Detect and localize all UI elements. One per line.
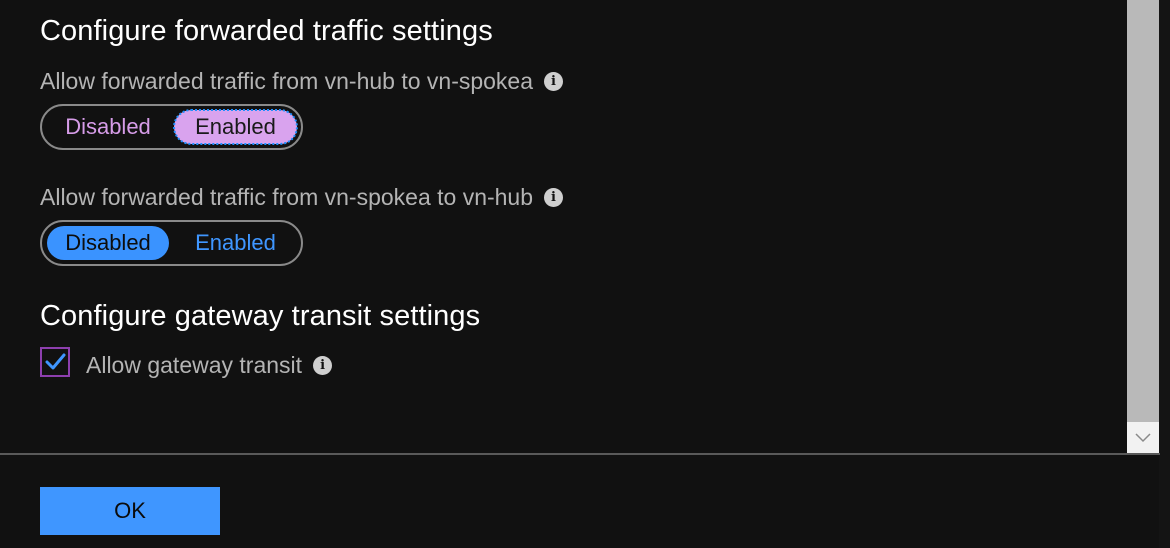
footer-divider bbox=[0, 453, 1160, 455]
hub-to-spoke-toggle[interactable]: Disabled Enabled bbox=[40, 104, 303, 150]
allow-gateway-transit-label-text: Allow gateway transit bbox=[86, 352, 303, 378]
info-icon[interactable]: i bbox=[544, 188, 564, 207]
chevron-down-icon bbox=[1135, 432, 1151, 442]
allow-gateway-transit-label: Allow gateway transit i bbox=[86, 352, 333, 379]
checkmark-icon bbox=[45, 353, 66, 370]
spoke-to-hub-toggle[interactable]: Disabled Enabled bbox=[40, 220, 303, 266]
vertical-scrollbar[interactable] bbox=[1127, 0, 1159, 453]
spoke-to-hub-disabled-option[interactable]: Disabled bbox=[47, 226, 169, 260]
info-icon[interactable]: i bbox=[313, 356, 333, 375]
gateway-transit-heading: Configure gateway transit settings bbox=[40, 300, 481, 332]
spoke-to-hub-label: Allow forwarded traffic from vn-spokea t… bbox=[40, 184, 564, 211]
info-icon[interactable]: i bbox=[544, 72, 564, 91]
window-edge bbox=[1159, 0, 1170, 548]
spoke-to-hub-label-text: Allow forwarded traffic from vn-spokea t… bbox=[40, 184, 534, 210]
hub-to-spoke-enabled-option[interactable]: Enabled bbox=[173, 109, 298, 145]
ok-button[interactable]: OK bbox=[40, 487, 220, 535]
scroll-down-button[interactable] bbox=[1127, 422, 1159, 453]
spoke-to-hub-enabled-option[interactable]: Enabled bbox=[174, 226, 297, 260]
hub-to-spoke-disabled-option[interactable]: Disabled bbox=[47, 110, 169, 144]
allow-gateway-transit-checkbox[interactable] bbox=[40, 347, 70, 377]
forwarded-traffic-heading: Configure forwarded traffic settings bbox=[40, 15, 493, 47]
hub-to-spoke-label-text: Allow forwarded traffic from vn-hub to v… bbox=[40, 68, 534, 94]
settings-panel: Configure forwarded traffic settings All… bbox=[0, 0, 1127, 453]
hub-to-spoke-label: Allow forwarded traffic from vn-hub to v… bbox=[40, 68, 564, 95]
